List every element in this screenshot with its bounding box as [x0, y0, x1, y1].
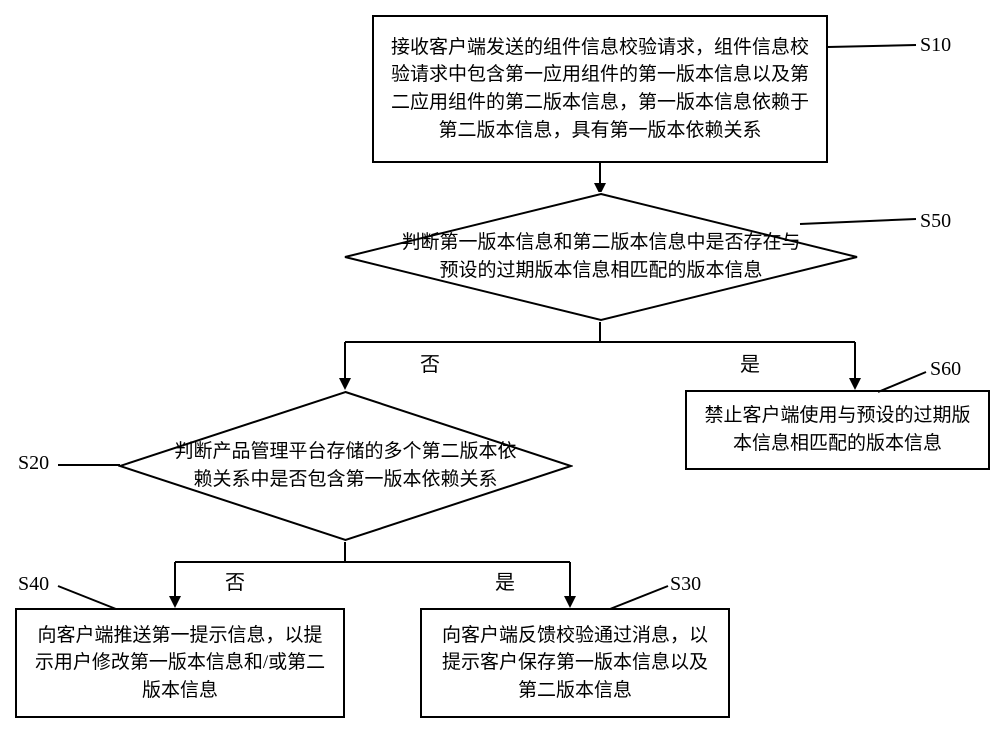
flowchart-container: 接收客户端发送的组件信息校验请求，组件信息校验请求中包含第一应用组件的第一版本信…	[0, 0, 1000, 748]
connector-s30-label	[610, 583, 670, 611]
arrow-s10-s50	[593, 163, 607, 195]
edge-s20-no: 否	[225, 566, 245, 595]
process-s10: 接收客户端发送的组件信息校验请求，组件信息校验请求中包含第一应用组件的第一版本信…	[372, 15, 828, 163]
edge-s20-yes: 是	[495, 566, 515, 595]
label-s40: S40	[18, 573, 49, 596]
connector-s40-label	[58, 583, 118, 611]
label-s20: S20	[18, 452, 49, 475]
connector-s60-label	[878, 370, 928, 394]
process-s40: 向客户端推送第一提示信息，以提示用户修改第一版本信息和/或第二版本信息	[15, 608, 345, 718]
process-s10-text: 接收客户端发送的组件信息校验请求，组件信息校验请求中包含第一应用组件的第一版本信…	[386, 34, 814, 144]
decision-s20: 判断产品管理平台存储的多个第二版本依赖关系中是否包含第一版本依赖关系	[118, 390, 573, 542]
process-s60: 禁止客户端使用与预设的过期版本信息相匹配的版本信息	[685, 390, 990, 470]
connector-s10-label	[828, 42, 918, 52]
decision-s20-text: 判断产品管理平台存储的多个第二版本依赖关系中是否包含第一版本依赖关系	[118, 438, 573, 493]
label-s10: S10	[920, 34, 951, 57]
decision-s50-text: 判断第一版本信息和第二版本信息中是否存在与预设的过期版本信息相匹配的版本信息	[343, 229, 859, 284]
process-s30: 向客户端反馈校验通过消息，以提示客户保存第一版本信息以及第二版本信息	[420, 608, 730, 718]
process-s30-text: 向客户端反馈校验通过消息，以提示客户保存第一版本信息以及第二版本信息	[434, 622, 716, 705]
edge-s50-yes: 是	[740, 348, 760, 377]
decision-s50: 判断第一版本信息和第二版本信息中是否存在与预设的过期版本信息相匹配的版本信息	[343, 192, 859, 322]
label-s30: S30	[670, 573, 701, 596]
process-s60-text: 禁止客户端使用与预设的过期版本信息相匹配的版本信息	[699, 402, 976, 457]
process-s40-text: 向客户端推送第一提示信息，以提示用户修改第一版本信息和/或第二版本信息	[29, 622, 331, 705]
label-s50: S50	[920, 210, 951, 233]
label-s60: S60	[930, 358, 961, 381]
connector-s20-label	[58, 460, 122, 470]
edge-s50-no: 否	[420, 348, 440, 377]
